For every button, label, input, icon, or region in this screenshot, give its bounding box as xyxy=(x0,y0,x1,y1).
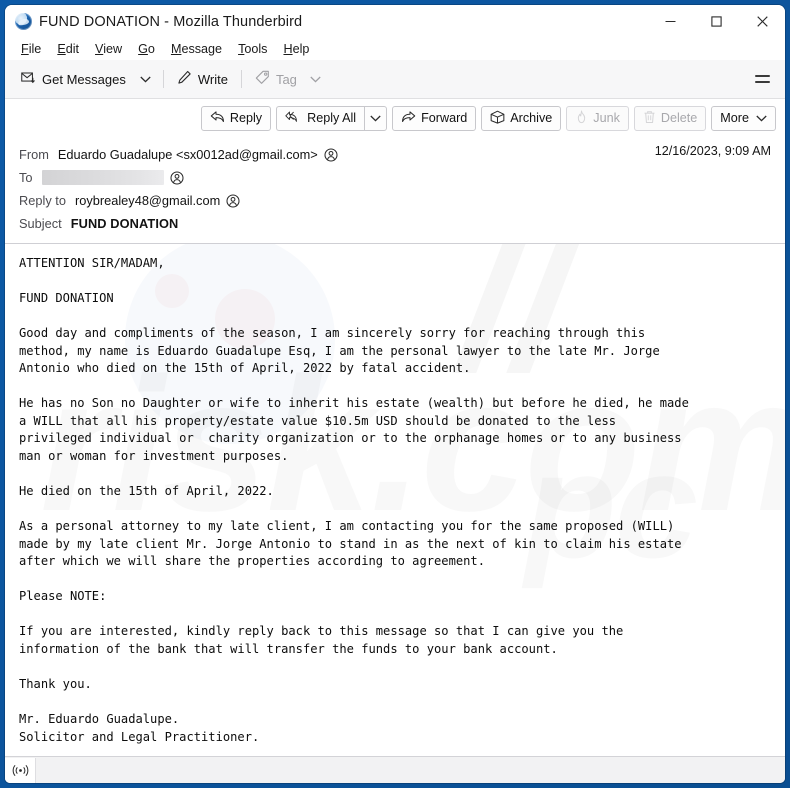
toolbar-separator-2 xyxy=(240,70,242,88)
menu-edit[interactable]: Edit xyxy=(50,40,87,58)
menu-tools[interactable]: Tools xyxy=(231,40,275,58)
from-value[interactable]: Eduardo Guadalupe <sx0012ad@gmail.com> xyxy=(58,147,318,162)
get-messages-label: Get Messages xyxy=(42,71,126,87)
tag-label: Tag xyxy=(275,71,297,87)
reply-all-split-button: Reply All xyxy=(276,105,388,131)
forward-button[interactable]: Forward xyxy=(392,105,477,131)
get-messages-button[interactable]: Get Messages xyxy=(13,66,134,92)
archive-button[interactable]: Archive xyxy=(481,105,562,131)
contact-card-icon[interactable] xyxy=(169,170,184,185)
message-action-toolbar: Reply Reply All Forward Archive Junk Del… xyxy=(5,99,785,137)
desktop-background: FUND DONATION - Mozilla Thunderbird File… xyxy=(0,0,790,788)
menu-file[interactable]: File xyxy=(14,40,49,58)
pencil-icon xyxy=(177,70,192,88)
menu-help[interactable]: Help xyxy=(276,40,317,58)
from-label: From xyxy=(19,147,49,162)
reply-all-label: Reply All xyxy=(307,111,357,125)
header-row-to: To xyxy=(5,166,785,189)
menu-go[interactable]: Go xyxy=(131,40,163,58)
to-value-redacted xyxy=(41,170,164,185)
subject-label: Subject xyxy=(19,216,62,231)
hamburger-menu-icon[interactable] xyxy=(749,67,775,91)
get-messages-dropdown[interactable] xyxy=(134,66,158,92)
reply-label: Reply xyxy=(229,111,263,125)
junk-button[interactable]: Junk xyxy=(566,105,629,131)
reply-button[interactable]: Reply xyxy=(200,105,272,131)
header-row-reply-to: Reply to roybrealey48@gmail.com xyxy=(5,189,785,212)
message-date: 12/16/2023, 9:09 AM xyxy=(654,144,771,158)
title-bar: FUND DONATION - Mozilla Thunderbird xyxy=(5,5,785,38)
maximize-icon[interactable] xyxy=(693,5,739,38)
contact-card-icon[interactable] xyxy=(226,193,240,208)
status-bar xyxy=(5,756,785,783)
window-controls xyxy=(647,5,785,38)
tag-button[interactable]: Tag xyxy=(247,66,329,92)
flame-icon xyxy=(575,109,588,127)
message-body-pane: // risk.com pc ATTENTION SIR/MADAM, FUND… xyxy=(5,244,785,756)
more-button[interactable]: More xyxy=(711,105,776,131)
reply-to-value[interactable]: roybrealey48@gmail.com xyxy=(75,193,220,208)
window-title: FUND DONATION - Mozilla Thunderbird xyxy=(39,13,303,30)
chevron-down-icon xyxy=(756,115,767,122)
to-label: To xyxy=(19,170,33,185)
write-label: Write xyxy=(197,71,228,87)
delete-label: Delete xyxy=(660,111,698,125)
tag-icon xyxy=(255,70,270,88)
header-row-subject: Subject FUND DONATION xyxy=(5,212,785,235)
header-row-from: From Eduardo Guadalupe <sx0012ad@gmail.c… xyxy=(5,143,785,166)
message-body-text: ATTENTION SIR/MADAM, FUND DONATION Good … xyxy=(19,256,689,744)
reply-arrow-icon xyxy=(210,110,225,126)
message-header-pane: From Eduardo Guadalupe <sx0012ad@gmail.c… xyxy=(5,137,785,244)
thunderbird-window: FUND DONATION - Mozilla Thunderbird File… xyxy=(5,5,785,783)
close-icon[interactable] xyxy=(739,5,785,38)
subject-value: FUND DONATION xyxy=(70,216,179,231)
reply-to-label: Reply to xyxy=(19,193,66,208)
junk-label: Junk xyxy=(593,111,620,125)
tag-dropdown-chevron[interactable] xyxy=(310,76,321,83)
forward-arrow-icon xyxy=(401,110,416,126)
menu-message[interactable]: Message xyxy=(164,40,230,58)
menu-view[interactable]: View xyxy=(88,40,130,58)
reply-all-dropdown[interactable] xyxy=(364,105,388,131)
main-toolbar: Get Messages Write Tag xyxy=(5,60,785,99)
broadcast-signal-icon[interactable] xyxy=(5,757,36,783)
delete-button[interactable]: Delete xyxy=(633,105,707,131)
chevron-down-icon xyxy=(140,76,151,82)
archive-box-icon xyxy=(490,110,505,127)
forward-label: Forward xyxy=(421,111,468,125)
write-button[interactable]: Write xyxy=(169,66,236,92)
trash-can-icon xyxy=(643,110,656,127)
thunderbird-logo-icon xyxy=(15,13,32,30)
contact-card-icon[interactable] xyxy=(324,147,338,162)
more-label: More xyxy=(720,111,749,125)
menu-bar: File Edit View Go Message Tools Help xyxy=(5,38,785,60)
minimize-icon[interactable] xyxy=(647,5,693,38)
toolbar-separator-1 xyxy=(162,70,164,88)
reply-all-arrow-icon xyxy=(285,110,302,126)
envelope-download-icon xyxy=(21,70,36,88)
reply-all-button[interactable]: Reply All xyxy=(276,105,365,131)
archive-label: Archive xyxy=(510,111,553,125)
chevron-down-icon xyxy=(370,115,381,121)
